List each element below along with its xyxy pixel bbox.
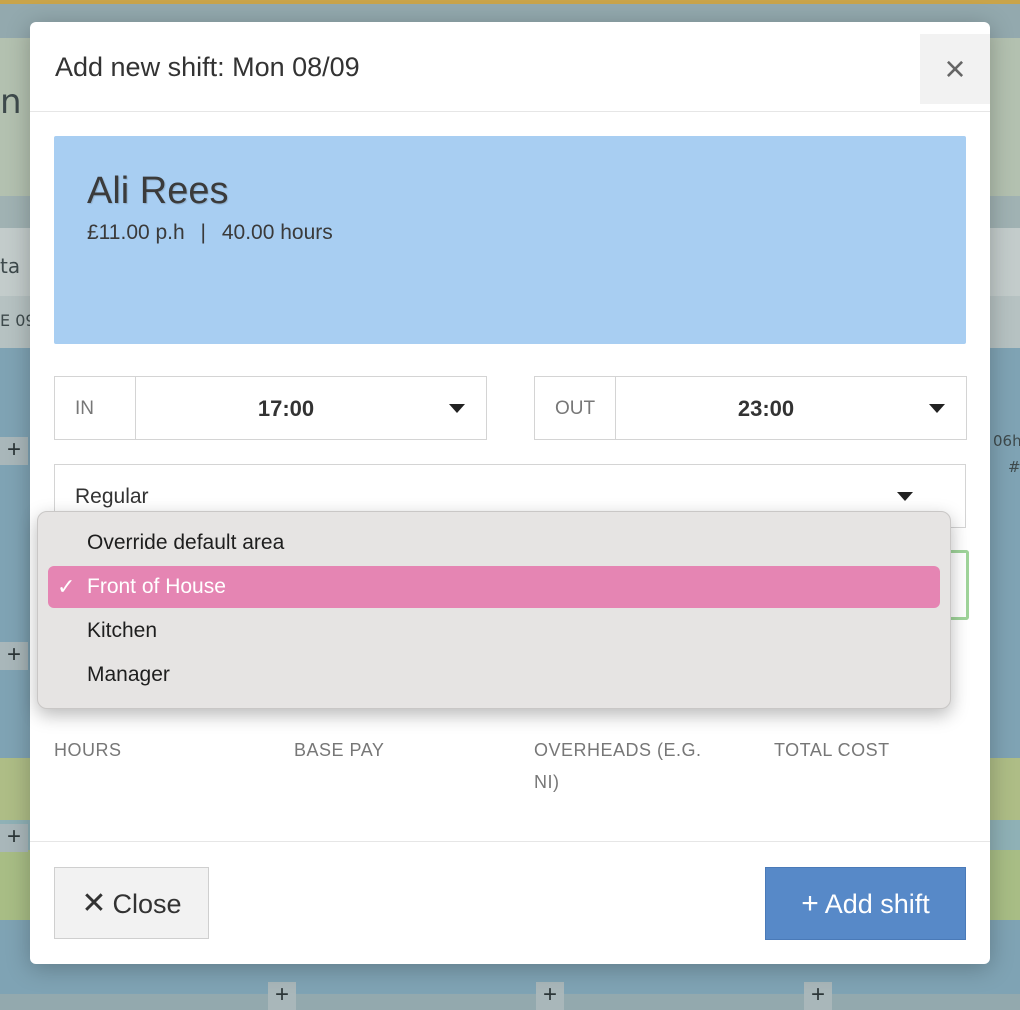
chevron-down-icon <box>897 492 913 501</box>
bg-page-heading-fragment: n <box>0 82 22 122</box>
modal-header: Add new shift: Mon 08/09 × <box>30 22 990 112</box>
meta-separator: | <box>200 221 207 244</box>
chevron-down-icon <box>449 404 465 413</box>
close-button[interactable]: ✕ Close <box>54 867 209 939</box>
employee-name: Ali Rees <box>87 170 229 212</box>
employee-card: Ali Rees £11.00 p.h | 40.00 hours <box>54 136 966 344</box>
time-out-group: OUT 23:00 <box>534 376 967 440</box>
bg-tab-fragment: ta <box>0 254 21 278</box>
close-button-label: Close <box>112 888 182 919</box>
add-shift-button-label: Add shift <box>824 888 930 919</box>
bg-hours-fragment: 06h <box>993 432 1020 450</box>
dropdown-option-front-of-house[interactable]: ✓ Front of House <box>48 566 940 608</box>
time-out-value: 23:00 <box>737 396 795 421</box>
modal-footer: ✕ Close + Add shift <box>30 841 990 964</box>
modal-title: Add new shift: Mon 08/09 <box>55 52 360 82</box>
modal-close-button[interactable]: × <box>920 34 990 104</box>
employee-meta: £11.00 p.h | 40.00 hours <box>87 221 333 245</box>
time-in-value: 17:00 <box>257 396 315 421</box>
time-in-select[interactable]: 17:00 <box>136 377 486 439</box>
dropdown-option-manager[interactable]: Manager <box>48 654 940 696</box>
area-dropdown-menu: Override default area ✓ Front of House K… <box>37 511 951 709</box>
close-icon: ✕ <box>81 886 107 920</box>
employee-hours: 40.00 hours <box>221 221 333 244</box>
bg-add-shift-icon[interactable]: + <box>804 982 832 1010</box>
dropdown-option-override-default-area[interactable]: Override default area <box>48 522 940 564</box>
stat-overheads-label: OVERHEADS (E.G. NI) <box>534 740 702 792</box>
bg-add-shift-icon[interactable]: + <box>0 642 28 670</box>
stat-base-pay-label: BASE PAY <box>294 740 385 760</box>
time-in-group: IN 17:00 <box>54 376 487 440</box>
chevron-down-icon <box>929 404 945 413</box>
close-icon: × <box>944 48 966 89</box>
bg-add-shift-icon[interactable]: + <box>0 824 28 852</box>
bg-add-shift-icon[interactable]: + <box>0 437 28 465</box>
employee-rate: £11.00 p.h <box>87 221 185 244</box>
add-shift-modal: Add new shift: Mon 08/09 × Ali Rees £11.… <box>30 22 990 964</box>
bg-add-shift-icon[interactable]: + <box>268 982 296 1010</box>
bg-hash-fragment: # <box>1008 458 1020 476</box>
stat-hours-label: HOURS <box>54 740 122 760</box>
time-out-select[interactable]: 23:00 <box>616 377 966 439</box>
stat-total-cost-label: TOTAL COST <box>774 740 890 760</box>
dropdown-option-kitchen[interactable]: Kitchen <box>48 610 940 652</box>
plus-icon: + <box>801 886 819 920</box>
bg-add-shift-icon[interactable]: + <box>536 982 564 1010</box>
add-shift-button[interactable]: + Add shift <box>765 867 966 940</box>
check-icon: ✓ <box>57 574 76 599</box>
